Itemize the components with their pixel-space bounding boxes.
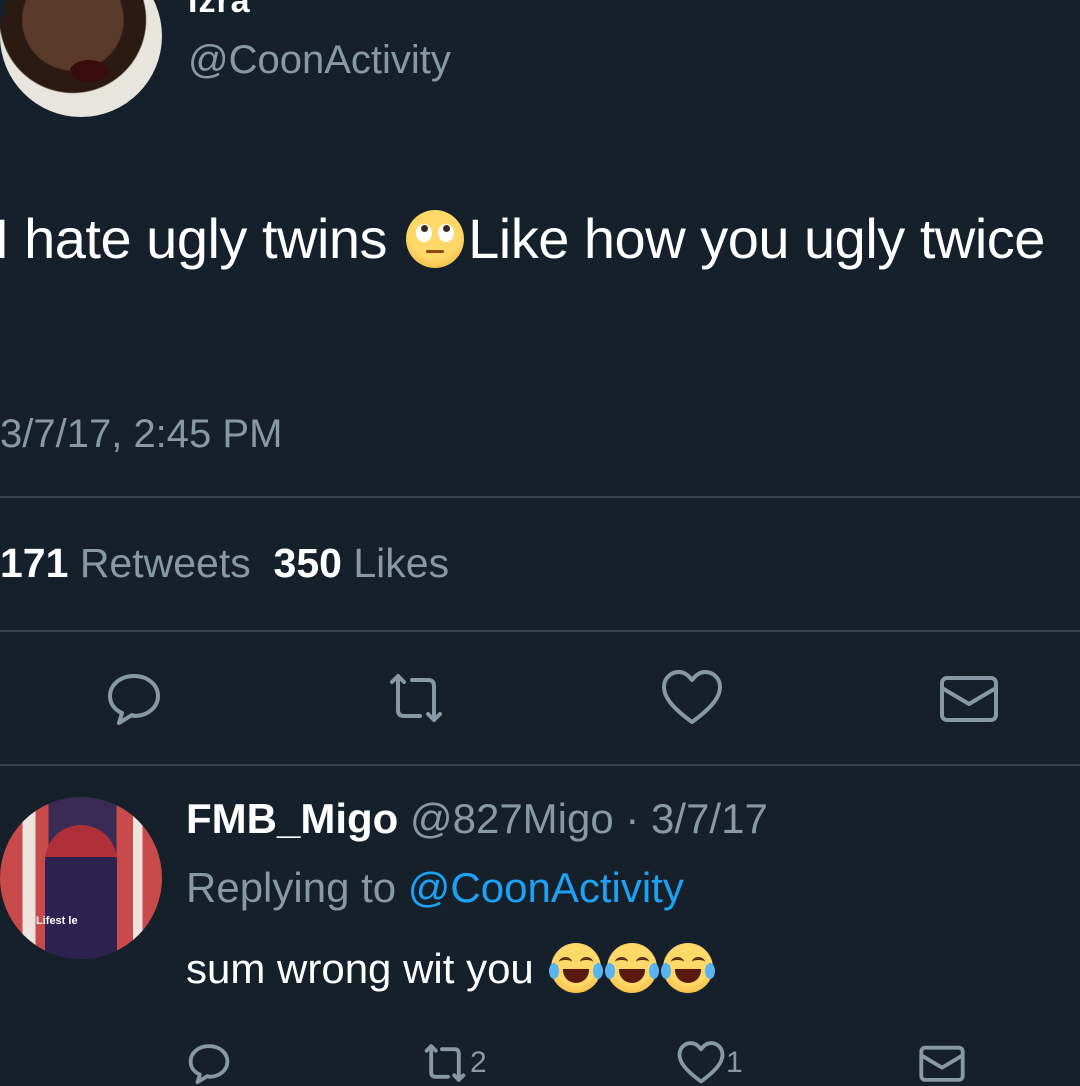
author-avatar[interactable] [0,0,162,117]
avatar-photo-detail [45,825,117,959]
likes-label[interactable]: Likes [353,540,449,586]
avatar-watermark: Lifest le [36,915,78,927]
reply-header: FMB_Migo @827Migo · 3/7/17 [186,795,768,843]
reply-separator: · [613,795,652,842]
tweet-text: I hate ugly twins Like how you ugly twic… [0,190,1074,288]
reply-retweet-count: 2 [470,1046,487,1079]
avatar-photo-detail [70,60,108,82]
like-button[interactable] [660,668,724,728]
tears-of-joy-emoji-icon [661,942,716,993]
envelope-icon [940,676,998,722]
author-handle[interactable]: @CoonActivity [188,38,451,83]
author-display-name[interactable]: Izra [188,0,251,21]
reply-retweet-button[interactable]: 2 [420,1040,487,1086]
tweet-text-part2: Like how you ugly twice [468,207,1045,270]
reply-icon [108,674,160,725]
retweet-button[interactable] [384,668,448,728]
tears-of-joy-emoji-icon [605,942,660,993]
reply-handle[interactable]: @827Migo [410,795,614,842]
tweet-stats: 171 Retweets 350 Likes [0,540,449,587]
reply-icon [188,1044,230,1085]
divider [0,630,1080,632]
like-icon [662,670,722,724]
reply-like-button[interactable]: 1 [676,1040,743,1086]
reply-author-avatar[interactable]: Lifest le [0,797,162,959]
envelope-icon [919,1045,965,1082]
retweet-icon [424,1044,466,1082]
divider [0,764,1080,766]
reply-text: sum wrong wit you [186,942,716,997]
reply-date[interactable]: 3/7/17 [651,795,768,842]
like-icon [677,1041,725,1084]
retweet-icon [390,674,442,722]
reply-button[interactable] [104,668,164,728]
reply-reply-button[interactable] [186,1040,232,1086]
retweets-label[interactable]: Retweets [80,540,251,586]
tweet-text-part1: I hate ugly twins [0,207,403,270]
replying-prefix: Replying to [186,864,408,911]
replying-to: Replying to @CoonActivity [186,864,684,912]
divider [0,496,1080,498]
retweets-count[interactable]: 171 [0,540,68,586]
reply-dm-button[interactable] [918,1040,966,1086]
reply-like-count: 1 [726,1046,743,1079]
replying-handle-link[interactable]: @CoonActivity [408,864,684,911]
likes-count[interactable]: 350 [274,540,342,586]
rolling-eyes-emoji-icon [406,210,465,269]
reply-text-body: sum wrong wit you [186,945,546,992]
reply-display-name[interactable]: FMB_Migo [186,795,398,842]
tears-of-joy-emoji-icon [549,942,604,993]
dm-button[interactable] [938,668,1000,728]
tweet-timestamp[interactable]: 3/7/17, 2:45 PM [0,412,282,457]
